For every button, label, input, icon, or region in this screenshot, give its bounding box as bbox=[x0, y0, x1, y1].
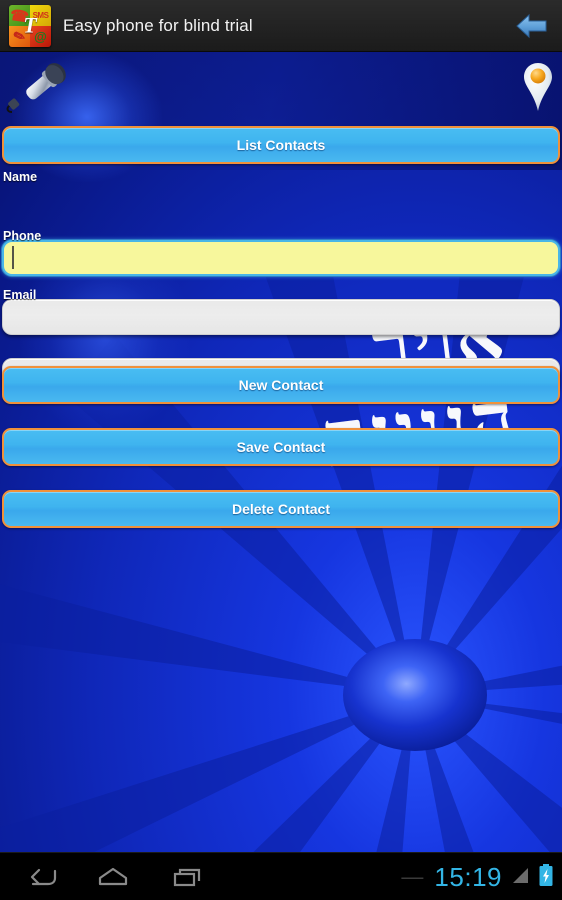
nav-recents-icon[interactable] bbox=[155, 853, 221, 900]
nav-back-icon[interactable] bbox=[10, 853, 76, 900]
name-label: Name bbox=[3, 170, 38, 184]
status-area: — 15:19 bbox=[401, 853, 554, 900]
signal-triangle-icon bbox=[509, 864, 531, 891]
phone-input[interactable] bbox=[2, 299, 560, 335]
app-title-bar: ☎ SMS ✎ @ T Easy phone for blind trial bbox=[0, 0, 562, 52]
phone-label: Phone bbox=[3, 229, 42, 243]
delete-contact-button[interactable]: Delete Contact bbox=[2, 490, 560, 528]
new-contact-label: New Contact bbox=[238, 377, 324, 393]
text-caret bbox=[12, 246, 14, 269]
main-content: List Contacts Name Phone Email New Conta… bbox=[0, 52, 562, 852]
status-dash: — bbox=[401, 864, 424, 889]
save-contact-label: Save Contact bbox=[236, 439, 326, 455]
name-input[interactable] bbox=[2, 240, 560, 276]
save-contact-button[interactable]: Save Contact bbox=[2, 428, 560, 466]
microphone-icon bbox=[4, 60, 74, 122]
list-contacts-label: List Contacts bbox=[236, 137, 326, 153]
back-arrow-icon[interactable] bbox=[514, 11, 550, 41]
nav-home-icon[interactable] bbox=[80, 853, 146, 900]
delete-contact-label: Delete Contact bbox=[231, 501, 331, 517]
app-icon: ☎ SMS ✎ @ T bbox=[9, 4, 51, 47]
battery-charging-icon bbox=[538, 863, 554, 892]
email-label: Email bbox=[3, 288, 37, 302]
map-pin-icon bbox=[522, 62, 554, 112]
new-contact-button[interactable]: New Contact bbox=[2, 366, 560, 404]
app-icon-letter-t: T bbox=[23, 12, 37, 38]
page-title: Easy phone for blind trial bbox=[63, 15, 253, 35]
android-navigation-bar: — 15:19 bbox=[0, 852, 562, 900]
device-screen: ☎ SMS ✎ @ T Easy phone for blind trial א… bbox=[0, 0, 562, 900]
list-contacts-button[interactable]: List Contacts bbox=[2, 126, 560, 164]
status-clock: 15:19 bbox=[434, 861, 502, 892]
